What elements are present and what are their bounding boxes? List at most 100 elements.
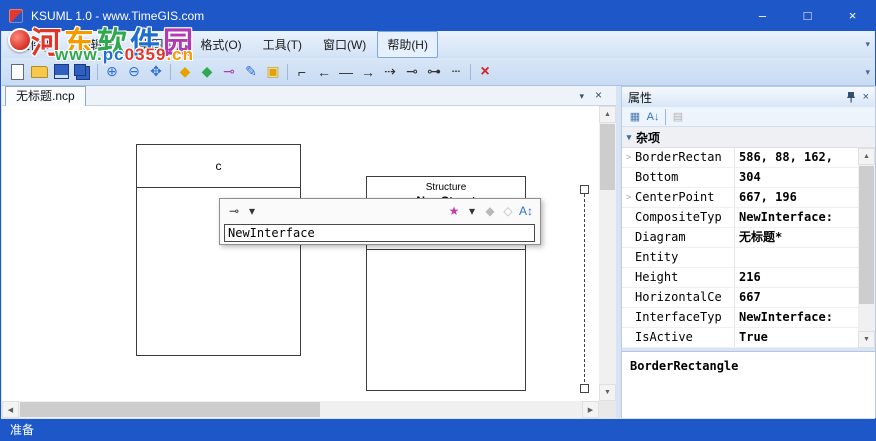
- canvas-horizontal-scrollbar[interactable]: ◀ ▶: [2, 401, 599, 418]
- zoom-in-button[interactable]: ⊕: [101, 61, 123, 83]
- delete-button[interactable]: ×: [474, 61, 496, 83]
- property-value[interactable]: NewInterface:: [735, 308, 858, 327]
- close-button[interactable]: ×: [830, 1, 875, 31]
- menu-item[interactable]: 格式(O): [190, 31, 251, 58]
- property-value[interactable]: True: [735, 328, 858, 347]
- interface-name-input[interactable]: [224, 224, 535, 242]
- property-pages-button[interactable]: ▤: [669, 109, 687, 125]
- dashed-line-button[interactable]: ┄: [445, 61, 467, 83]
- property-row[interactable]: HorizontalCe 667: [622, 288, 875, 308]
- grid-scroll-down-icon[interactable]: ▼: [858, 331, 875, 348]
- zoom-fit-button[interactable]: ✥: [145, 61, 167, 83]
- separator[interactable]: [662, 109, 669, 125]
- note-button[interactable]: ▣: [262, 61, 284, 83]
- alphabetical-button[interactable]: A↓: [644, 109, 662, 125]
- tab-untitled-ncp[interactable]: 无标题.ncp: [5, 86, 86, 106]
- edit-button[interactable]: ✎: [240, 61, 262, 83]
- connector-button[interactable]: ⊸: [218, 61, 240, 83]
- property-row[interactable]: IsActive True: [622, 328, 875, 348]
- horizontal-scroll-thumb[interactable]: [20, 402, 320, 417]
- menu-item[interactable]: 类图(V): [129, 31, 189, 58]
- minimize-button[interactable]: –: [740, 1, 785, 31]
- separator[interactable]: [467, 63, 474, 81]
- property-value[interactable]: [735, 248, 858, 267]
- scroll-left-icon[interactable]: ◀: [2, 401, 19, 418]
- shape-green-button[interactable]: ◆: [196, 61, 218, 83]
- property-value[interactable]: NewInterface:: [735, 208, 858, 227]
- menu-item[interactable]: 工具(T): [253, 31, 312, 58]
- dropdown-icon[interactable]: ▾: [245, 201, 259, 221]
- scroll-up-icon[interactable]: ▲: [599, 106, 616, 123]
- grid-vertical-scrollbar[interactable]: ▲ ▼: [858, 148, 875, 348]
- line-button[interactable]: —: [335, 61, 357, 83]
- selection-handle-bottom[interactable]: [580, 384, 589, 393]
- expand-icon[interactable]: >: [622, 188, 635, 207]
- property-row[interactable]: Bottom 304: [622, 168, 875, 188]
- elbow-connector-button[interactable]: ⌐: [291, 61, 313, 83]
- tab-list-dropdown-icon[interactable]: ▾: [579, 91, 584, 102]
- category-row-misc[interactable]: ▾ 杂项: [622, 127, 875, 148]
- scroll-right-icon[interactable]: ▶: [582, 401, 599, 418]
- sort-icon[interactable]: A↕: [519, 201, 533, 221]
- panel-close-icon[interactable]: ×: [863, 91, 869, 103]
- menu-item[interactable]: 帮助(H): [377, 31, 438, 58]
- property-row[interactable]: InterfaceTyp NewInterface:: [622, 308, 875, 328]
- add-member-icon[interactable]: ★: [447, 201, 461, 221]
- grid-scroll-thumb[interactable]: [859, 166, 874, 304]
- separator[interactable]: [167, 63, 174, 81]
- expand-icon[interactable]: [622, 208, 635, 227]
- member-icon[interactable]: ◆: [483, 201, 497, 221]
- property-row[interactable]: Entity: [622, 248, 875, 268]
- category-collapse-icon[interactable]: ▾: [622, 132, 636, 143]
- selection-handle-top[interactable]: [580, 185, 589, 194]
- separator[interactable]: [94, 63, 101, 81]
- property-row[interactable]: > CenterPoint 667, 196: [622, 188, 875, 208]
- expand-icon[interactable]: [622, 268, 635, 287]
- menubar-overflow-icon[interactable]: ▾: [865, 39, 870, 50]
- expand-icon[interactable]: [622, 228, 635, 247]
- expand-icon[interactable]: [622, 328, 635, 347]
- property-row[interactable]: Diagram 无标题*: [622, 228, 875, 248]
- property-value[interactable]: 216: [735, 268, 858, 287]
- save-all-button[interactable]: [72, 61, 94, 83]
- scroll-down-icon[interactable]: ▼: [599, 384, 616, 401]
- member-alt-icon[interactable]: ◇: [501, 201, 515, 221]
- canvas-vertical-scrollbar[interactable]: ▲ ▼: [599, 106, 616, 401]
- property-value[interactable]: 667, 196: [735, 188, 858, 207]
- toolbar-overflow-icon[interactable]: ▾: [865, 67, 870, 78]
- property-row[interactable]: > BorderRectan 586, 88, 162,: [622, 148, 875, 168]
- categorized-button[interactable]: ▦: [626, 109, 644, 125]
- expand-icon[interactable]: [622, 248, 635, 267]
- uml-class-box[interactable]: c: [136, 144, 301, 356]
- property-value[interactable]: 586, 88, 162,: [735, 148, 858, 167]
- arrow-left-button[interactable]: ←: [313, 61, 335, 83]
- property-value[interactable]: 304: [735, 168, 858, 187]
- menu-item[interactable]: 编辑(E): [68, 31, 128, 58]
- save-button[interactable]: [50, 61, 72, 83]
- menu-item[interactable]: 窗口(W): [313, 31, 376, 58]
- property-value[interactable]: 无标题*: [735, 228, 858, 247]
- open-button[interactable]: [28, 61, 50, 83]
- menu-item[interactable]: 文件(F): [8, 31, 67, 58]
- arrow-right-button[interactable]: →: [357, 61, 379, 83]
- dropdown-icon[interactable]: ▾: [465, 201, 479, 221]
- diagram-canvas[interactable]: c Structure NewStruct ⊸ ▾: [2, 106, 599, 401]
- expand-icon[interactable]: [622, 308, 635, 327]
- shape-button[interactable]: ◆: [174, 61, 196, 83]
- tab-close-icon[interactable]: ×: [595, 88, 602, 102]
- expand-icon[interactable]: [622, 288, 635, 307]
- maximize-button[interactable]: □: [785, 1, 830, 31]
- zoom-out-button[interactable]: ⊖: [123, 61, 145, 83]
- expand-icon[interactable]: >: [622, 148, 635, 167]
- property-row[interactable]: CompositeTyp NewInterface:: [622, 208, 875, 228]
- separator[interactable]: [284, 63, 291, 81]
- dashed-arrow-button[interactable]: ⇢: [379, 61, 401, 83]
- pin-icon[interactable]: [846, 91, 856, 103]
- vertical-scroll-thumb[interactable]: [600, 124, 615, 190]
- expand-icon[interactable]: [622, 168, 635, 187]
- new-button[interactable]: [6, 61, 28, 83]
- circle-start-line-button[interactable]: ⊶: [423, 61, 445, 83]
- property-value[interactable]: 667: [735, 288, 858, 307]
- connector-icon[interactable]: ⊸: [227, 201, 241, 221]
- property-row[interactable]: Height 216: [622, 268, 875, 288]
